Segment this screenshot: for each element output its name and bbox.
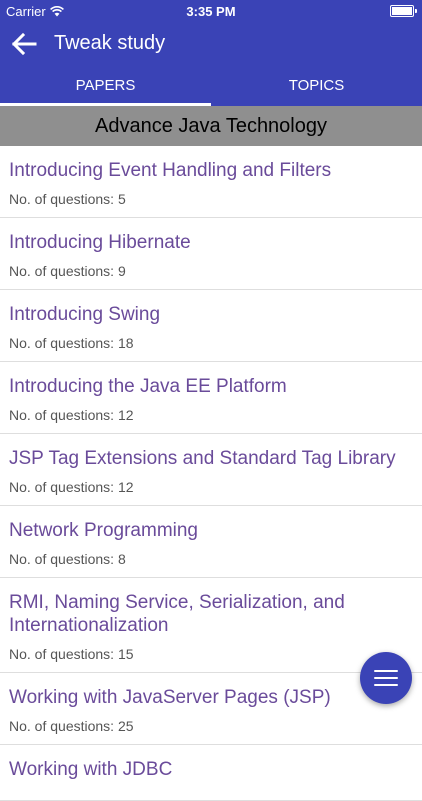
tab-bar: PAPERS TOPICS [0,66,422,106]
app-bar: Tweak study [0,22,422,66]
list-item[interactable]: JSP Tag Extensions and Standard Tag Libr… [0,434,422,506]
list-item[interactable]: Working with JDBC [0,745,422,801]
back-button[interactable] [8,28,40,60]
menu-fab-button[interactable] [360,652,412,704]
list-item[interactable]: Introducing Hibernate No. of questions: … [0,218,422,290]
clock: 3:35 PM [186,4,236,19]
status-bar: Carrier 3:35 PM [0,0,422,22]
question-count: No. of questions: 12 [9,407,134,423]
subject-header: Advance Java Technology [0,106,422,146]
topic-name: RMI, Naming Service, Serialization, and … [9,592,345,636]
arrow-left-icon [11,32,37,56]
topic-name: Working with JDBC [9,759,173,780]
topic-list: Introducing Event Handling and Filters N… [0,146,422,801]
topic-name: JSP Tag Extensions and Standard Tag Libr… [9,448,396,469]
topic-name: Introducing Event Handling and Filters [9,160,332,181]
question-count: No. of questions: 5 [9,191,126,207]
tab-papers[interactable]: PAPERS [0,66,211,106]
tab-topics[interactable]: TOPICS [211,66,422,106]
topic-name: Working with JavaServer Pages (JSP) [9,687,331,708]
question-count: No. of questions: 15 [9,646,134,662]
topic-name: Network Programming [9,520,198,541]
list-item[interactable]: Introducing Swing No. of questions: 18 [0,290,422,362]
list-item[interactable]: Network Programming No. of questions: 8 [0,506,422,578]
question-count: No. of questions: 9 [9,263,126,279]
question-count: No. of questions: 12 [9,479,134,495]
question-count: No. of questions: 8 [9,551,126,567]
topic-name: Introducing Hibernate [9,232,191,253]
question-count: No. of questions: 25 [9,718,134,734]
list-item[interactable]: Working with JavaServer Pages (JSP) No. … [0,673,422,745]
app-title: Tweak study [54,32,166,54]
list-item[interactable]: RMI, Naming Service, Serialization, and … [0,578,422,673]
question-count: No. of questions: 18 [9,335,134,351]
topic-name: Introducing the Java EE Platform [9,376,287,397]
battery-icon [390,5,417,17]
list-item[interactable]: Introducing the Java EE Platform No. of … [0,362,422,434]
topic-name: Introducing Swing [9,304,161,325]
list-item[interactable]: Introducing Event Handling and Filters N… [0,146,422,218]
